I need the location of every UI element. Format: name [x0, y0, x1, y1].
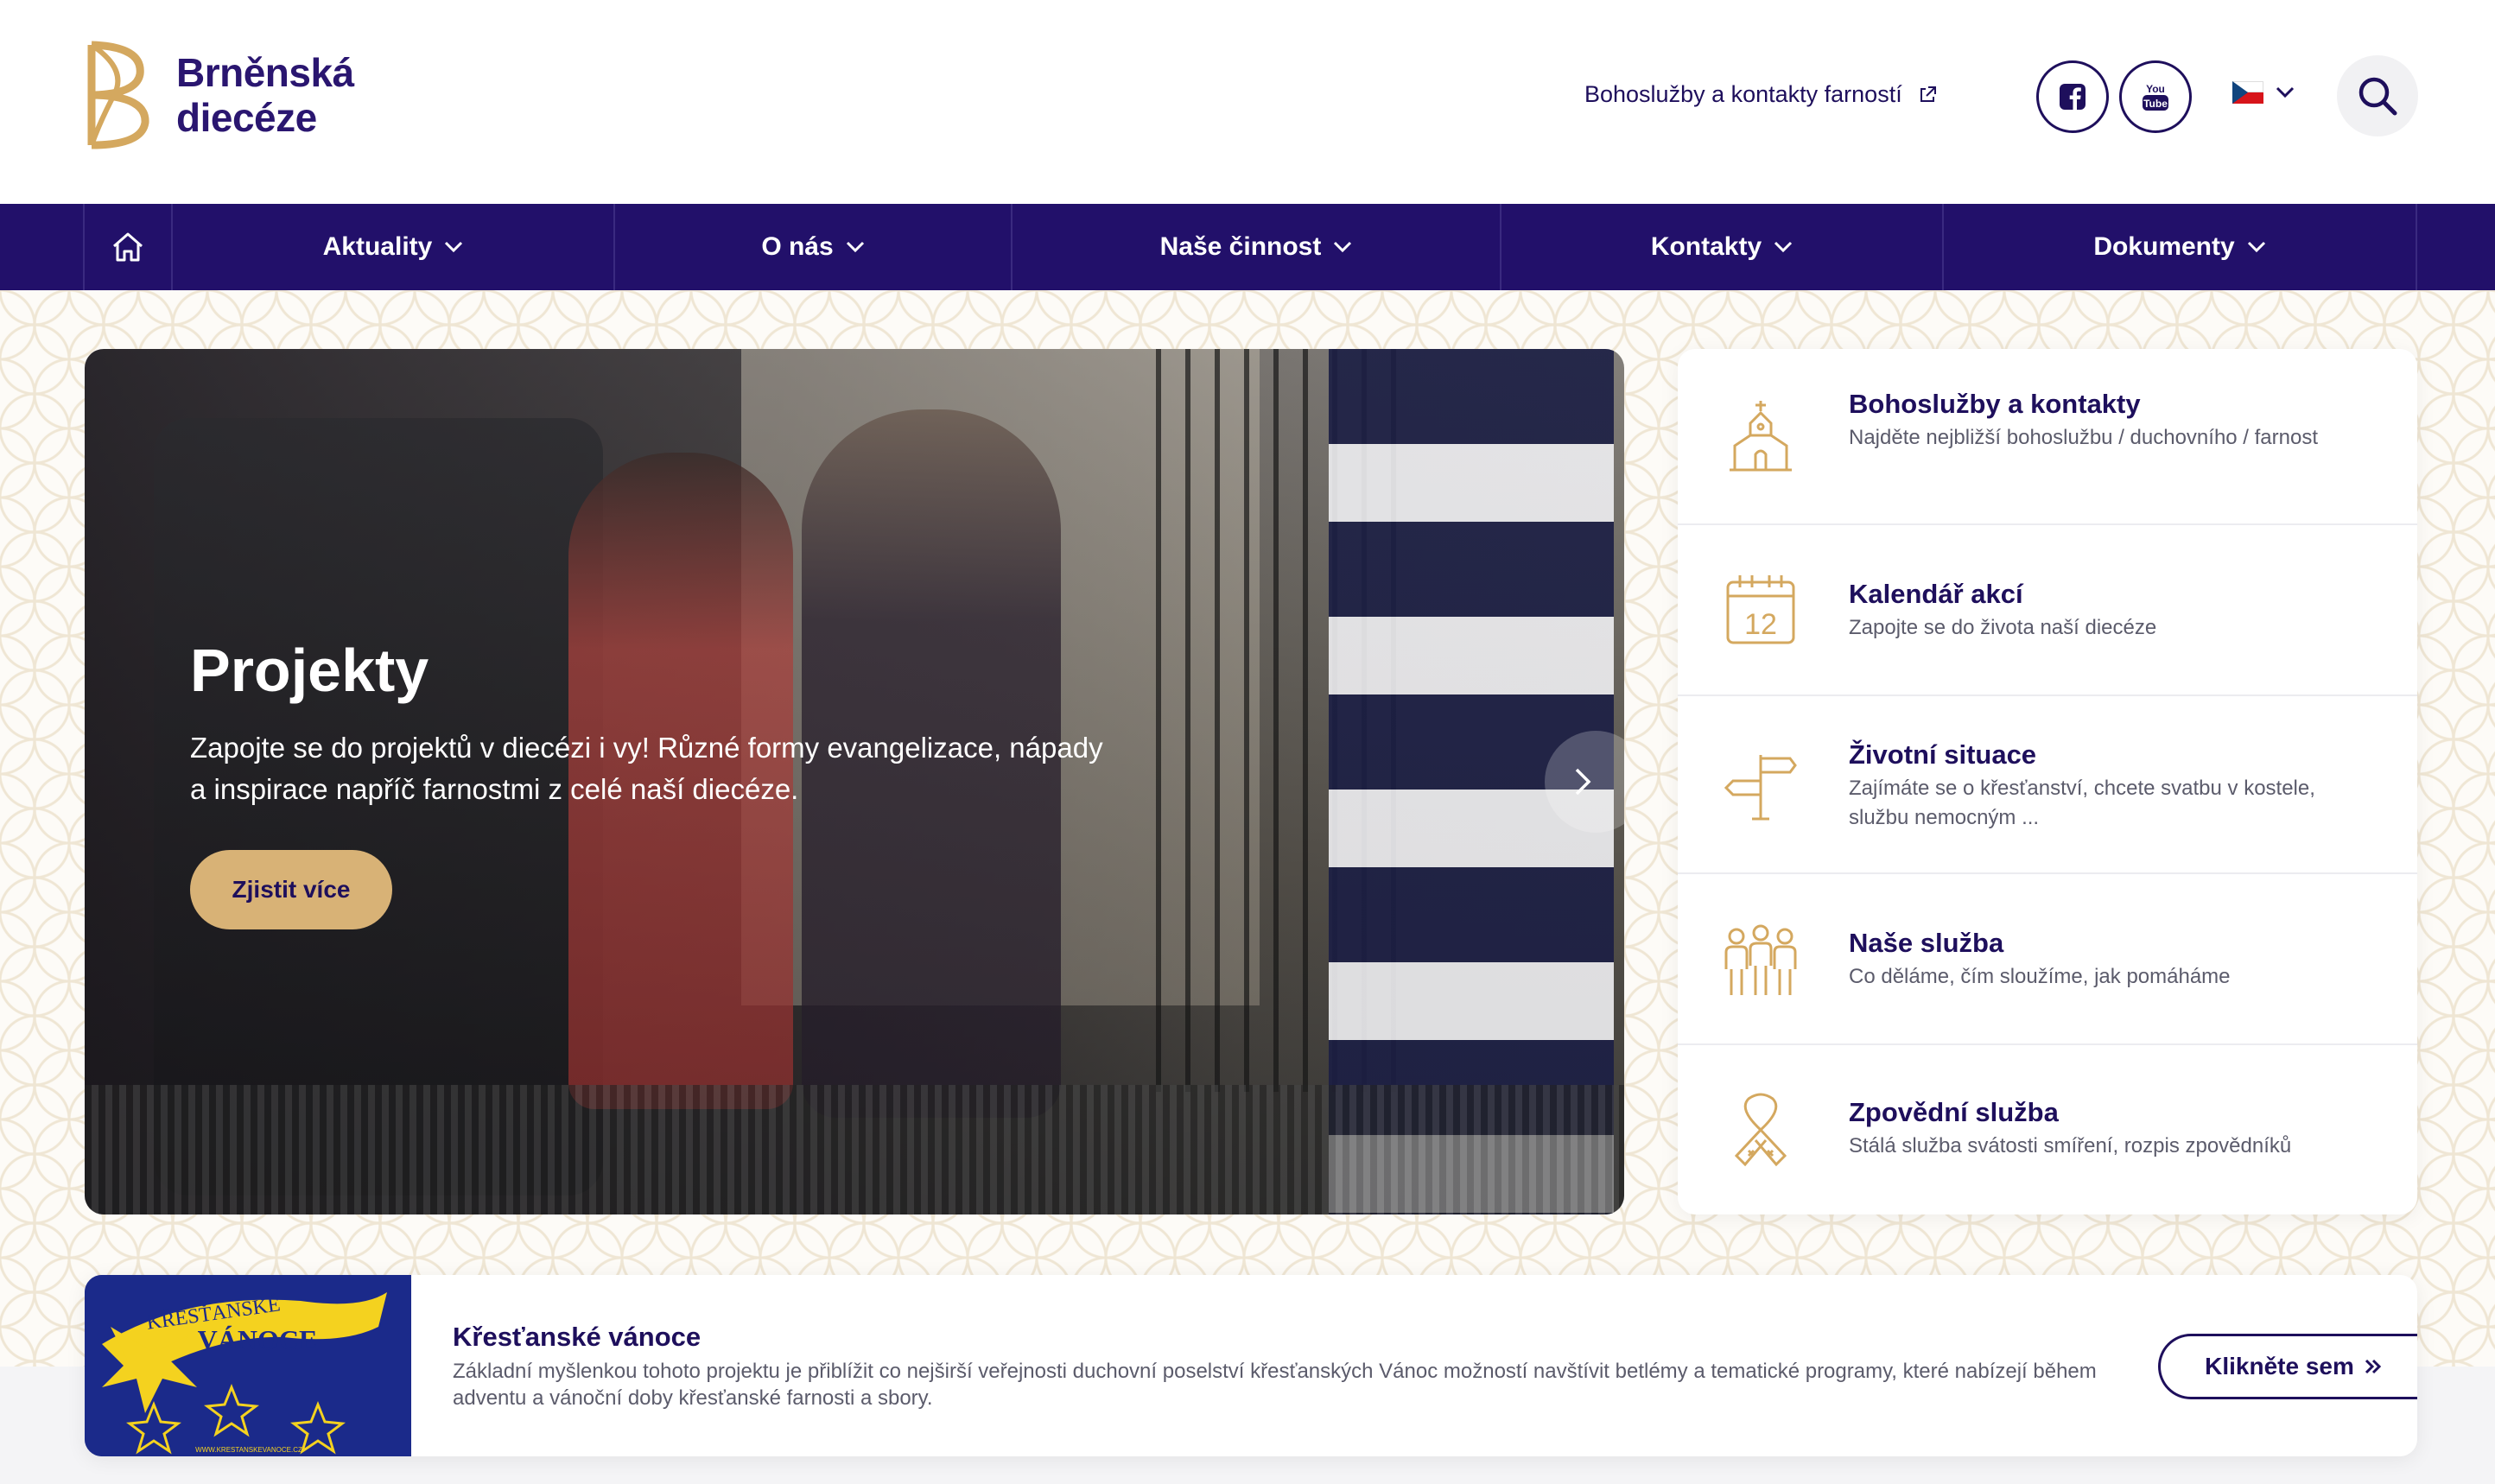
svg-text:Tube: Tube: [2143, 98, 2168, 110]
christmas-star-image: KŘESŤANSKÉ VÁNOCE WWW.KRESTANSKEVANOCE.C…: [85, 1275, 411, 1456]
youtube-button[interactable]: You Tube: [2119, 60, 2192, 133]
parish-contacts-label: Bohoslužby a kontakty farností: [1584, 81, 1902, 107]
banner-click-button[interactable]: Klikněte sem: [2158, 1334, 2417, 1399]
quick-link-zivotni-situace[interactable]: Životní situace Zajímáte se o křesťanstv…: [1678, 696, 2417, 874]
quick-link-desc: Stálá služba svátosti smíření, rozpis zp…: [1849, 1134, 2292, 1157]
hero-title: Projekty: [190, 637, 429, 704]
chevron-down-icon: [2276, 86, 2295, 98]
logo-text: Brněnská diecéze: [176, 50, 354, 140]
site-logo[interactable]: Brněnská diecéze: [83, 40, 354, 150]
parish-contacts-link[interactable]: Bohoslužby a kontakty farností: [1584, 81, 1937, 108]
hero-text: Zapojte se do projektů v diecézi i vy! R…: [190, 732, 1103, 805]
banner-button-label: Klikněte sem: [2205, 1353, 2354, 1379]
quick-link-kalendar[interactable]: 12 Kalendář akcí Zapojte se do života na…: [1678, 525, 2417, 696]
nav-kontakty-label: Kontakty: [1650, 232, 1762, 261]
chevron-down-icon: [2247, 241, 2265, 253]
church-icon: [1730, 401, 1792, 472]
quick-link-desc: Zapojte se do života naší diecéze: [1849, 616, 2157, 639]
quick-link-bohosluzby[interactable]: Bohoslužby a kontakty Najděte nejbližší …: [1678, 349, 2417, 525]
quick-link-nase-sluzba[interactable]: Naše služba Co děláme, čím sloužíme, jak…: [1678, 874, 2417, 1045]
czech-flag-icon: [2232, 81, 2263, 104]
quick-link-desc: Zajímáte se o křesťanství, chcete svatbu…: [1849, 777, 2315, 829]
chevron-right-icon: [1575, 768, 1591, 796]
home-icon: [113, 232, 143, 262]
chevron-down-icon: [1334, 241, 1352, 253]
quick-link-zpovedni-sluzba[interactable]: Zpovědní služba Stálá služba svátosti sm…: [1678, 1045, 2417, 1214]
nav-o-nas-label: O nás: [761, 232, 834, 261]
quick-link-title: Kalendář akcí: [1849, 579, 2023, 609]
nav-dokumenty[interactable]: Dokumenty: [1944, 204, 2417, 290]
logo-line1: Brněnská: [176, 50, 354, 95]
people-icon: [1724, 924, 1797, 995]
site-header: Brněnská diecéze Bohoslužby a kontakty f…: [0, 0, 2495, 204]
hero-slider[interactable]: Projekty Zapojte se do projektů v diecéz…: [85, 349, 1624, 1214]
quick-link-desc: Co děláme, čím sloužíme, jak pomáháme: [1849, 965, 2231, 988]
search-button[interactable]: [2337, 55, 2418, 136]
search-icon: [2359, 77, 2397, 116]
nav-kontakty[interactable]: Kontakty: [1501, 204, 1944, 290]
calendar-icon: 12: [1726, 575, 1795, 644]
quick-links-panel: Bohoslužby a kontakty Najděte nejbližší …: [1678, 349, 2417, 1214]
main-nav: Aktuality O nás Naše činnost Kontakty Do…: [0, 204, 2495, 290]
chevron-down-icon: [445, 241, 463, 253]
quick-link-title: Zpovědní služba: [1849, 1097, 2059, 1127]
logo-mark-icon: [87, 41, 149, 149]
nav-nase-cinnost-label: Naše činnost: [1159, 232, 1322, 261]
logo-line2: diecéze: [176, 95, 317, 140]
language-selector[interactable]: [2232, 81, 2295, 104]
ribbon-icon: [1734, 1093, 1787, 1167]
banner-image-line2: VÁNOCE: [198, 1324, 318, 1355]
facebook-icon: [2060, 84, 2086, 110]
quick-link-title: Naše služba: [1849, 928, 2004, 958]
christmas-banner: KŘESŤANSKÉ VÁNOCE WWW.KRESTANSKEVANOCE.C…: [85, 1275, 2417, 1456]
nav-aktuality-label: Aktuality: [322, 232, 433, 261]
nav-home[interactable]: [83, 204, 173, 290]
chevron-down-icon: [1774, 241, 1793, 253]
nav-aktuality[interactable]: Aktuality: [173, 204, 615, 290]
banner-image-url: WWW.KRESTANSKEVANOCE.CZ: [195, 1446, 302, 1454]
christmas-banner-image[interactable]: KŘESŤANSKÉ VÁNOCE WWW.KRESTANSKEVANOCE.C…: [85, 1275, 411, 1456]
hero-photo-floor: [85, 1085, 1624, 1214]
nav-nase-cinnost[interactable]: Naše činnost: [1013, 204, 1501, 290]
facebook-button[interactable]: [2036, 60, 2109, 133]
banner-title: Křesťanské vánoce: [453, 1322, 702, 1352]
calendar-icon-number: 12: [1744, 608, 1777, 641]
quick-link-desc: Najděte nejbližší bohoslužbu / duchovníh…: [1849, 426, 2319, 449]
signpost-icon: [1724, 755, 1797, 821]
youtube-icon: You Tube: [2143, 83, 2168, 111]
external-link-icon: [1920, 86, 1936, 102]
double-chevron-right-icon: [2365, 1359, 2381, 1374]
quick-link-title: Bohoslužby a kontakty: [1849, 389, 2141, 419]
hero-more-button[interactable]: Zjistit více: [190, 850, 392, 929]
chevron-down-icon: [846, 241, 864, 253]
nav-o-nas[interactable]: O nás: [615, 204, 1013, 290]
nav-dokumenty-label: Dokumenty: [2093, 232, 2235, 261]
quick-link-title: Životní situace: [1849, 739, 2037, 770]
svg-text:You: You: [2146, 83, 2165, 95]
banner-desc: Základní myšlenkou tohoto projektu je př…: [453, 1360, 2097, 1410]
